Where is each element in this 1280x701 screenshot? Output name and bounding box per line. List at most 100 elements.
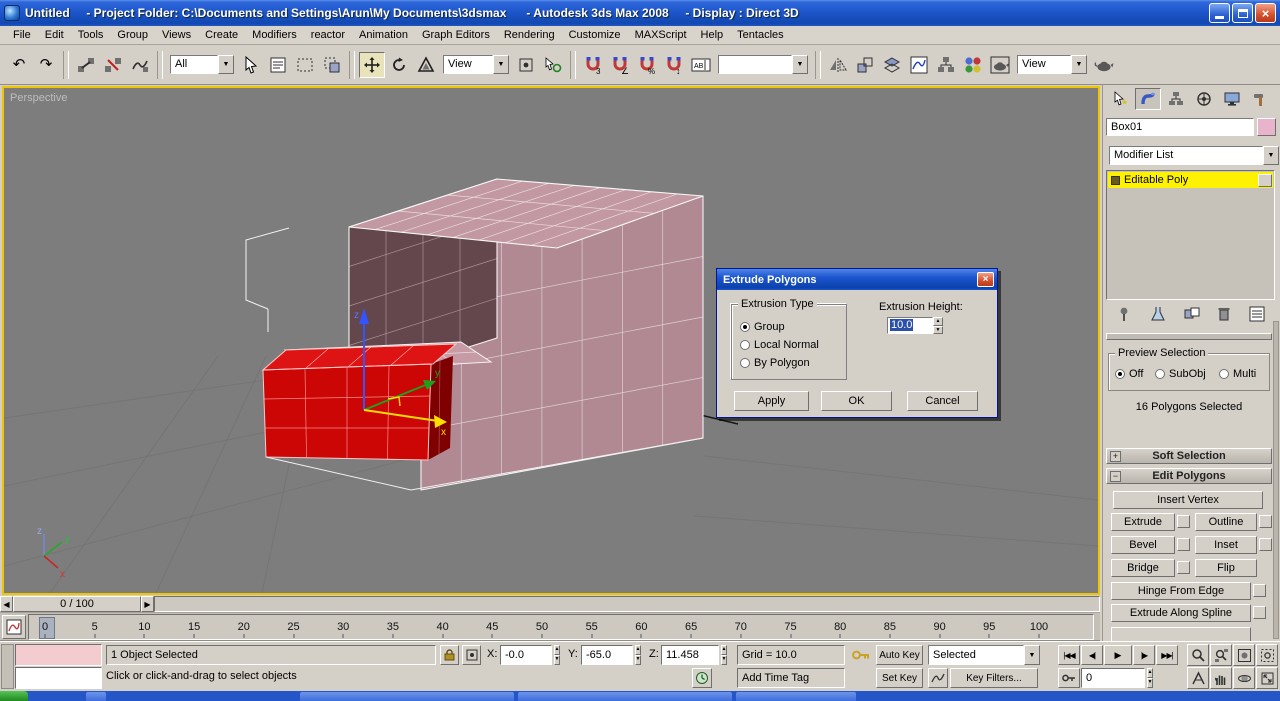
menu-rendering[interactable]: Rendering xyxy=(497,27,562,43)
undo-button[interactable]: ↶ xyxy=(6,52,32,78)
mini-listener-handle[interactable] xyxy=(1,644,14,689)
schematic-view-button[interactable] xyxy=(933,52,959,78)
bind-to-space-warp-button[interactable] xyxy=(127,52,153,78)
bridge-button[interactable]: Bridge xyxy=(1111,559,1175,577)
track-bar-ruler[interactable]: 0 5 10 15 20 25 30 35 40 45 50 55 60 65 70 75 80 85 90 95 10… xyxy=(28,614,1094,640)
x-spinner[interactable]: ▲ ▼ xyxy=(552,645,562,665)
use-pivot-center-button[interactable] xyxy=(513,52,539,78)
menu-views[interactable]: Views xyxy=(155,27,198,43)
extrusion-height-spinner[interactable]: 10.0 ▲ ▼ xyxy=(887,317,943,334)
zoom-button[interactable] xyxy=(1187,644,1209,666)
time-slider-thumb[interactable]: 0 / 100 xyxy=(13,596,141,612)
frame-spinner[interactable]: ▲ ▼ xyxy=(1145,668,1155,688)
mini-curve-editor-button[interactable] xyxy=(2,615,26,639)
bridge-settings-button[interactable] xyxy=(1177,561,1190,574)
stack-item-editable-poly[interactable]: Editable Poly xyxy=(1108,172,1273,188)
hinge-settings-button[interactable] xyxy=(1253,584,1266,597)
auto-key-button[interactable]: Auto Key xyxy=(876,645,923,665)
tab-create[interactable] xyxy=(1107,88,1133,110)
reference-coordinate-dropdown[interactable]: View ▼ xyxy=(443,55,509,74)
mirror-button[interactable] xyxy=(825,52,851,78)
time-slider-track[interactable] xyxy=(154,596,1100,612)
apply-button[interactable]: Apply xyxy=(734,391,809,411)
extrude-settings-button[interactable] xyxy=(1177,515,1190,528)
menu-maxscript[interactable]: MAXScript xyxy=(628,27,694,43)
preview-multi-radio[interactable]: Multi xyxy=(1219,368,1256,380)
named-selection-dropdown[interactable]: ▼ xyxy=(718,55,808,74)
menu-group[interactable]: Group xyxy=(110,27,155,43)
play-button[interactable]: ▶ xyxy=(1104,645,1132,665)
unlink-selection-button[interactable] xyxy=(100,52,126,78)
taskbar-app-button[interactable] xyxy=(736,692,856,701)
tab-utilities[interactable] xyxy=(1247,88,1273,110)
zoom-region-button[interactable] xyxy=(1256,644,1278,666)
zoom-extents-button[interactable] xyxy=(1233,644,1255,666)
select-and-manipulate-button[interactable] xyxy=(540,52,566,78)
tab-display[interactable] xyxy=(1219,88,1245,110)
close-button[interactable]: × xyxy=(1255,3,1276,23)
selection-filter-dropdown[interactable]: All ▼ xyxy=(170,55,234,74)
configure-modifier-sets-button[interactable] xyxy=(1249,306,1265,325)
menu-edit[interactable]: Edit xyxy=(38,27,71,43)
start-button[interactable] xyxy=(0,691,28,701)
hinge-from-edge-button[interactable]: Hinge From Edge xyxy=(1111,582,1251,600)
extrude-spline-settings-button[interactable] xyxy=(1253,606,1266,619)
tab-modify[interactable] xyxy=(1135,88,1161,110)
x-coord-field[interactable]: -0.0 xyxy=(500,645,552,665)
preview-off-radio[interactable]: Off xyxy=(1115,368,1143,380)
absolute-offset-toggle-button[interactable] xyxy=(462,645,481,665)
quick-render-button[interactable] xyxy=(1091,52,1117,78)
modifier-stack[interactable]: Editable Poly xyxy=(1106,170,1275,300)
soft-selection-rollout[interactable]: + Soft Selection xyxy=(1106,448,1272,464)
spinner-snap-toggle-button[interactable]: ↕ xyxy=(661,52,687,78)
menu-help[interactable]: Help xyxy=(694,27,731,43)
layer-manager-button[interactable] xyxy=(879,52,905,78)
stack-item-gray-box[interactable] xyxy=(1258,173,1272,187)
time-slider-next-button[interactable]: ▶ xyxy=(141,596,154,612)
menu-animation[interactable]: Animation xyxy=(352,27,415,43)
orbit-button[interactable] xyxy=(1233,667,1255,689)
edit-polygons-rollout[interactable]: − Edit Polygons xyxy=(1106,468,1272,484)
set-key-button[interactable]: Set Key xyxy=(876,668,923,688)
minimize-button[interactable] xyxy=(1209,3,1230,23)
flip-button[interactable]: Flip xyxy=(1195,559,1257,577)
select-and-move-button[interactable] xyxy=(359,51,385,78)
window-crossing-toggle-button[interactable] xyxy=(319,52,345,78)
key-mode-toggle-button[interactable] xyxy=(1058,668,1080,688)
pan-button[interactable] xyxy=(1210,667,1232,689)
key-filters-button[interactable]: Key Filters... xyxy=(950,668,1038,688)
bevel-button[interactable]: Bevel xyxy=(1111,536,1175,554)
field-of-view-button[interactable] xyxy=(1187,667,1209,689)
y-coord-field[interactable]: -65.0 xyxy=(581,645,633,665)
render-setup-button[interactable] xyxy=(987,52,1013,78)
object-name-field[interactable]: Box01 xyxy=(1106,118,1254,136)
radio-group[interactable]: Group xyxy=(740,321,785,333)
time-tag-field[interactable]: Add Time Tag xyxy=(737,668,845,688)
current-frame-field[interactable]: 0 xyxy=(1081,668,1145,688)
redo-button[interactable]: ↷ xyxy=(33,52,59,78)
outline-settings-button[interactable] xyxy=(1259,515,1272,528)
menu-tools[interactable]: Tools xyxy=(71,27,111,43)
panel-scrollbar[interactable] xyxy=(1273,321,1279,639)
go-to-start-button[interactable]: |◀◀ xyxy=(1058,645,1080,665)
select-and-link-button[interactable] xyxy=(73,52,99,78)
listener-field[interactable] xyxy=(15,667,102,689)
dialog-close-button[interactable]: × xyxy=(977,272,994,287)
maximize-button[interactable] xyxy=(1232,3,1253,23)
menu-grapheditors[interactable]: Graph Editors xyxy=(415,27,497,43)
go-to-end-button[interactable]: ▶▶| xyxy=(1156,645,1178,665)
angle-snap-toggle-button[interactable]: ∠ xyxy=(607,52,633,78)
selection-lock-button[interactable] xyxy=(440,645,459,665)
taskbar-app-button[interactable] xyxy=(518,692,732,701)
key-mode-dropdown[interactable]: Selected ▼ xyxy=(928,645,1040,665)
select-and-scale-button[interactable] xyxy=(413,52,439,78)
spinner-arrows[interactable]: ▲ ▼ xyxy=(933,317,943,334)
snaps-toggle-button[interactable]: 3 xyxy=(580,52,606,78)
tab-hierarchy[interactable] xyxy=(1163,88,1189,110)
menu-modifiers[interactable]: Modifiers xyxy=(245,27,304,43)
object-color-swatch[interactable] xyxy=(1257,118,1276,136)
modifier-list-dropdown[interactable]: Modifier List ▼ xyxy=(1109,146,1279,165)
clipped-button[interactable] xyxy=(1111,627,1251,642)
previous-frame-button[interactable]: ◀| xyxy=(1081,645,1103,665)
tab-motion[interactable] xyxy=(1191,88,1217,110)
